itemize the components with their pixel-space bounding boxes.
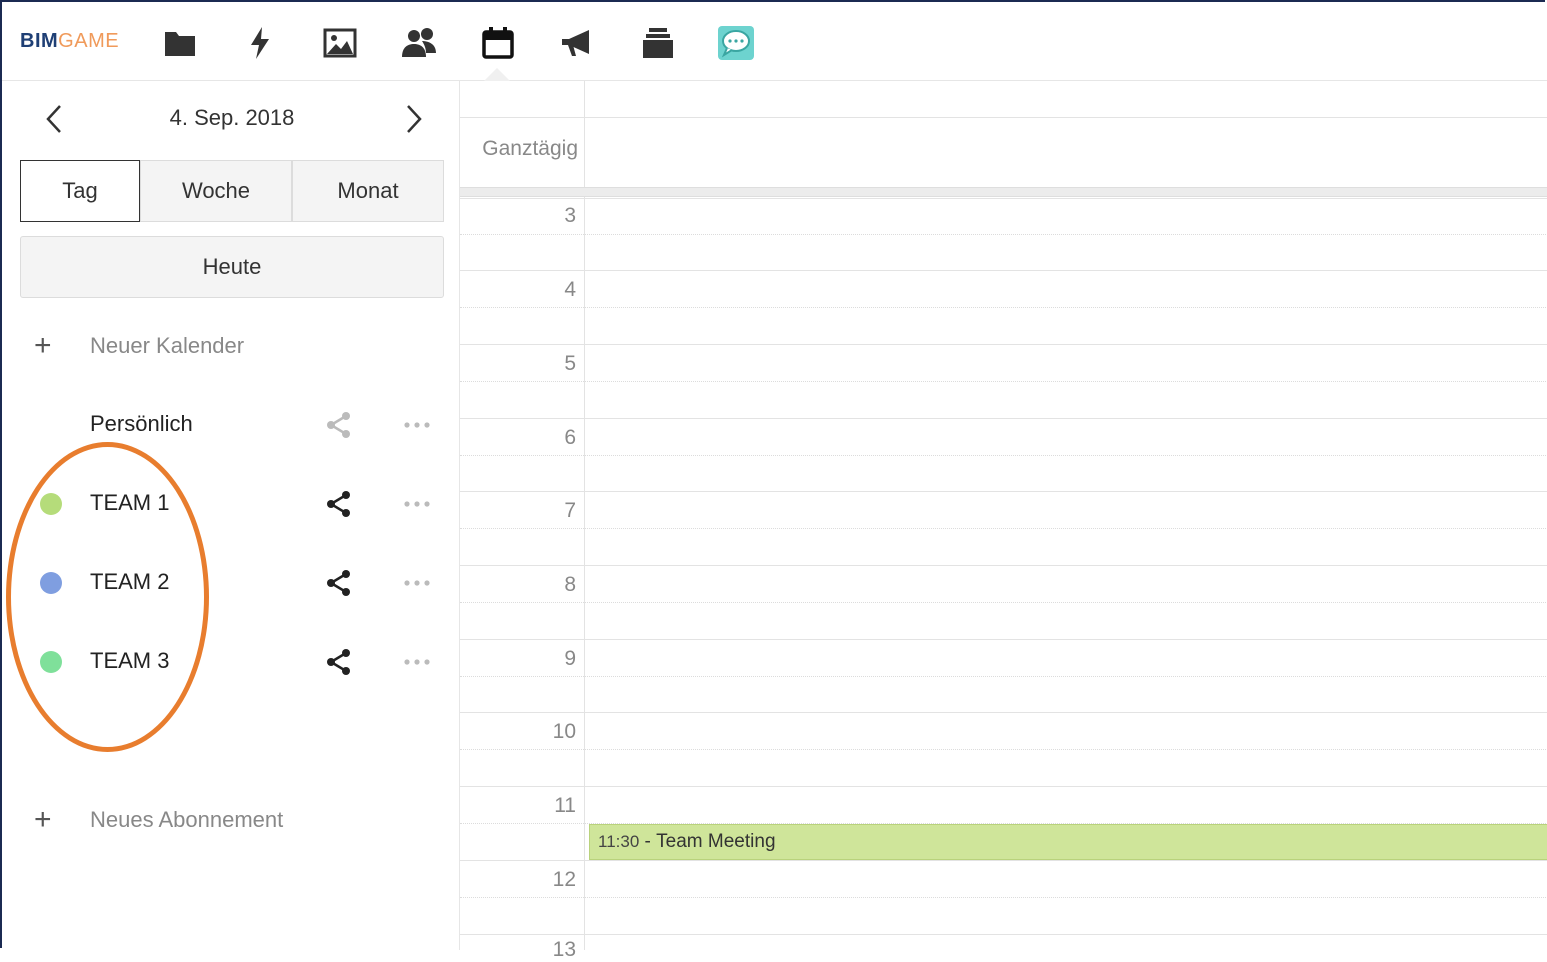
calendar-name: TEAM 1 (90, 490, 170, 515)
half-hour-line (460, 307, 1547, 308)
calendar-icon[interactable] (478, 24, 518, 62)
active-app-indicator (484, 68, 510, 81)
view-month-button[interactable]: Monat (292, 160, 444, 222)
hour-line (460, 639, 1547, 640)
more-options-icon[interactable] (400, 409, 434, 441)
event-time: 11:30 (598, 832, 640, 851)
new-subscription-label: Neues Abonnement (90, 807, 284, 832)
hour-line (460, 712, 1547, 713)
plus-icon: + (34, 803, 52, 836)
date-navigation: 4. Sep. 2018 (12, 81, 458, 156)
hour-line (460, 344, 1547, 345)
hour-label: 3 (564, 204, 576, 227)
share-icon[interactable] (322, 488, 356, 520)
new-calendar-button[interactable]: + Neuer Kalender (34, 326, 244, 366)
time-axis-divider (584, 81, 585, 950)
view-switcher: Tag Woche Monat (20, 160, 444, 224)
hour-line (460, 198, 1547, 199)
share-icon[interactable] (322, 567, 356, 599)
hour-line (460, 934, 1547, 935)
previous-day-button[interactable] (34, 99, 74, 139)
hour-label: 6 (564, 426, 576, 449)
more-options-icon[interactable] (400, 646, 434, 678)
calendar-name: TEAM 3 (90, 648, 170, 673)
half-hour-line (460, 528, 1547, 529)
talk-icon[interactable] (716, 24, 756, 62)
calendar-item-team-1[interactable]: TEAM 1 (34, 484, 454, 524)
calendar-sidebar: 4. Sep. 2018 Tag Woche Monat Heute + Neu… (12, 81, 458, 950)
top-navigation-bar: BIMGAME (2, 2, 1547, 81)
hour-label: 8 (564, 573, 576, 596)
hour-label: 4 (564, 278, 576, 301)
view-day-button[interactable]: Tag (20, 160, 140, 222)
allday-separator (460, 187, 1547, 197)
half-hour-line (460, 455, 1547, 456)
plus-icon: + (34, 329, 52, 362)
event-separator: - (639, 831, 657, 852)
half-hour-line (460, 234, 1547, 235)
more-options-icon[interactable] (400, 567, 434, 599)
new-subscription-button[interactable]: + Neues Abonnement (34, 800, 283, 840)
hour-label: 7 (564, 499, 576, 522)
share-icon[interactable] (322, 409, 356, 441)
hour-line (460, 860, 1547, 861)
calendar-item-team-2[interactable]: TEAM 2 (34, 563, 454, 603)
half-hour-line (460, 381, 1547, 382)
calendar-color-dot[interactable] (40, 493, 62, 515)
logo-text-game: GAME (58, 30, 120, 52)
chevron-left-icon (46, 105, 61, 133)
folder-icon[interactable] (160, 24, 200, 62)
calendar-name: TEAM 2 (90, 569, 170, 594)
today-button[interactable]: Heute (20, 236, 444, 298)
app-logo[interactable]: BIMGAME (20, 30, 119, 53)
calendar-color-dot[interactable] (40, 651, 62, 673)
hour-line (460, 270, 1547, 271)
hour-line (460, 418, 1547, 419)
contacts-icon[interactable] (400, 24, 440, 62)
event-title: Team Meeting (656, 831, 776, 852)
calendar-color-dot[interactable] (40, 572, 62, 594)
view-week-button[interactable]: Woche (140, 160, 292, 222)
calendar-item-team-3[interactable]: TEAM 3 (34, 642, 454, 682)
current-date[interactable]: 4. Sep. 2018 (132, 105, 332, 131)
hour-label: 10 (552, 720, 576, 743)
deck-icon[interactable] (638, 24, 678, 62)
hour-label: 5 (564, 352, 576, 375)
more-options-icon[interactable] (400, 488, 434, 520)
event-team-meeting[interactable]: 11:30 - Team Meeting (589, 824, 1547, 860)
half-hour-line (460, 602, 1547, 603)
hour-label: 9 (564, 647, 576, 670)
day-header (460, 81, 1547, 118)
logo-text-bim: BIM (20, 30, 59, 52)
half-hour-line (460, 676, 1547, 677)
next-day-button[interactable] (394, 99, 434, 139)
gallery-icon[interactable] (320, 24, 360, 62)
announcement-icon[interactable] (558, 24, 598, 62)
day-view-grid: Ganztägig 3 4 5 6 7 8 9 10 11 12 13 11:3… (459, 81, 1547, 961)
hour-line (460, 491, 1547, 492)
hour-label: 11 (554, 794, 576, 817)
share-icon[interactable] (322, 646, 356, 678)
half-hour-line (460, 749, 1547, 750)
hour-label: 13 (552, 938, 576, 961)
new-calendar-label: Neuer Kalender (90, 333, 245, 358)
chevron-right-icon (407, 105, 422, 133)
hour-line (460, 565, 1547, 566)
hour-line (460, 786, 1547, 787)
calendar-item-persoenlich[interactable]: Persönlich (34, 405, 454, 445)
half-hour-line (460, 897, 1547, 898)
hour-label: 12 (552, 868, 576, 891)
allday-label: Ganztägig (482, 137, 578, 160)
calendar-name: Persönlich (90, 411, 193, 436)
activity-icon[interactable] (240, 24, 280, 62)
